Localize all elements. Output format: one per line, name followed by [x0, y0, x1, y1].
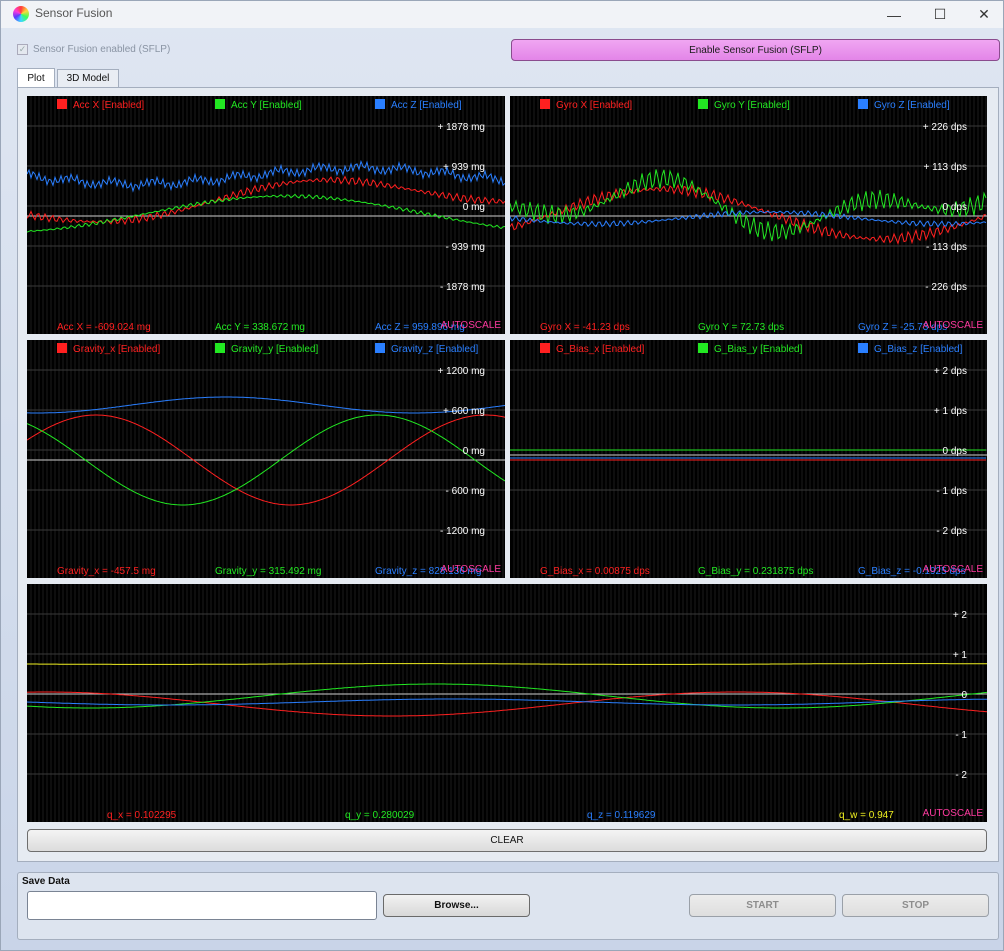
legend-label: Gyro X [Enabled] [556, 100, 632, 111]
readout-value: G_Bias_x = 0.00875 dps [540, 566, 650, 577]
save-path-input[interactable] [27, 891, 377, 920]
enable-sensor-fusion-button[interactable]: Enable Sensor Fusion (SFLP) [511, 39, 1000, 61]
gravity-chart: Gravity_x [Enabled] Gravity_y [Enabled] Gr… [27, 340, 505, 578]
legend-swatch [215, 343, 225, 353]
legend-swatch [540, 343, 550, 353]
readout-value: Acc X = -609.024 mg [57, 322, 151, 333]
plot-accelerometer: Acc X [Enabled] Acc Y [Enabled] Acc Z [Ena… [27, 96, 505, 334]
y-tick-label: 0 dps [943, 446, 967, 457]
legend-label: G_Bias_y [Enabled] [714, 344, 803, 355]
legend-label: Acc X [Enabled] [73, 100, 144, 111]
autoscale-label: AUTOSCALE [923, 320, 984, 331]
y-tick-label: 0 mg [463, 202, 485, 213]
y-tick-label: + 600 mg [443, 406, 485, 417]
series-gyro-z [510, 209, 987, 228]
gyroscope-chart: Gyro X [Enabled] Gyro Y [Enabled] Gyro Z [… [510, 96, 987, 334]
y-tick-label: + 226 dps [923, 122, 967, 133]
legend-swatch [57, 343, 67, 353]
readout-value: q_w = 0.947 [839, 810, 894, 821]
legend-label: Acc Y [Enabled] [231, 100, 302, 111]
sensor-fusion-checkbox[interactable]: ✓ [17, 44, 28, 55]
legend-label: Gyro Y [Enabled] [714, 100, 790, 111]
y-tick-label: 0 [961, 690, 967, 701]
plot-gravity: Gravity_x [Enabled] Gravity_y [Enabled] Gr… [27, 340, 505, 578]
stop-button[interactable]: STOP [842, 894, 989, 917]
title-bar: Sensor Fusion — ☐ ✕ [1, 1, 1003, 28]
y-tick-label: 0 dps [943, 202, 967, 213]
tab-plot[interactable]: Plot [17, 68, 55, 88]
plot-gyroscope: Gyro X [Enabled] Gyro Y [Enabled] Gyro Z [… [510, 96, 987, 334]
y-tick-label: + 1 [953, 650, 968, 661]
legend-label: Gravity_z [Enabled] [391, 344, 478, 355]
autoscale-label: AUTOSCALE [441, 320, 502, 331]
maximize-button[interactable]: ☐ [917, 1, 963, 28]
tab-3d-model[interactable]: 3D Model [57, 69, 119, 87]
legend-swatch [540, 99, 550, 109]
legend-swatch [57, 99, 67, 109]
legend-swatch [375, 99, 385, 109]
series-gyro-y [510, 169, 987, 242]
start-button[interactable]: START [689, 894, 836, 917]
close-button[interactable]: ✕ [961, 1, 1004, 28]
y-tick-label: + 113 dps [924, 162, 967, 173]
y-tick-label: - 939 mg [446, 242, 485, 253]
y-tick-label: + 1200 mg [437, 366, 485, 377]
readout-value: Gyro X = -41.23 dps [540, 322, 630, 333]
y-tick-label: 0 mg [463, 446, 485, 457]
y-tick-label: - 1 [955, 730, 967, 741]
y-tick-label: + 1878 mg [437, 122, 485, 133]
legend-label: Acc Z [Enabled] [391, 100, 462, 111]
quaternion-chart: + 2 + 1 0 - 1 - 2 q_x = 0.102295 q_y = 0.28002… [27, 584, 987, 822]
y-tick-label: - 2 dps [936, 526, 967, 537]
clear-button[interactable]: CLEAR [27, 829, 987, 852]
window-title: Sensor Fusion [35, 6, 113, 20]
legend-swatch [858, 343, 868, 353]
legend-swatch [215, 99, 225, 109]
legend-swatch [698, 343, 708, 353]
readout-value: q_z = 0.119629 [587, 810, 656, 821]
y-tick-label: - 226 dps [925, 282, 967, 293]
y-tick-label: + 2 dps [934, 366, 967, 377]
legend-label: Gravity_x [Enabled] [73, 344, 160, 355]
gyro-bias-chart: G_Bias_x [Enabled] G_Bias_y [Enabled] G_Bi… [510, 340, 987, 578]
y-tick-label: - 1 dps [936, 486, 967, 497]
y-tick-label: - 600 mg [446, 486, 485, 497]
y-tick-label: - 2 [955, 770, 967, 781]
legend-label: Gravity_y [Enabled] [231, 344, 318, 355]
legend-swatch [858, 99, 868, 109]
legend-label: G_Bias_x [Enabled] [556, 344, 645, 355]
y-tick-label: - 113 dps [926, 242, 967, 253]
autoscale-label: AUTOSCALE [923, 808, 984, 819]
browse-button[interactable]: Browse... [383, 894, 530, 917]
series-gyro-x [510, 183, 987, 245]
y-tick-label: + 1 dps [934, 406, 967, 417]
readout-value: Gyro Y = 72.73 dps [698, 322, 784, 333]
autoscale-label: AUTOSCALE [441, 564, 502, 575]
app-window: Sensor Fusion — ☐ ✕ ✓ Sensor Fusion enab… [0, 0, 1004, 951]
plot-quaternion: + 2 + 1 0 - 1 - 2 q_x = 0.102295 q_y = 0.28002… [27, 584, 987, 822]
legend-swatch [698, 99, 708, 109]
minimize-button[interactable]: — [871, 1, 917, 28]
y-tick-label: + 939 mg [443, 162, 485, 173]
app-icon [13, 6, 29, 22]
accelerometer-chart: Acc X [Enabled] Acc Y [Enabled] Acc Z [Ena… [27, 96, 505, 334]
legend-label: Gyro Z [Enabled] [874, 100, 950, 111]
readout-value: Gravity_x = -457.5 mg [57, 566, 156, 577]
autoscale-label: AUTOSCALE [923, 564, 984, 575]
readout-value: q_y = 0.280029 [345, 810, 415, 821]
sensor-fusion-checkbox-label: Sensor Fusion enabled (SFLP) [33, 44, 171, 55]
readout-value: Acc Y = 338.672 mg [215, 322, 305, 333]
readout-value: Gravity_y = 315.492 mg [215, 566, 321, 577]
y-tick-label: + 2 [953, 610, 968, 621]
plot-gyro-bias: G_Bias_x [Enabled] G_Bias_y [Enabled] G_Bi… [510, 340, 987, 578]
save-data-title: Save Data [22, 876, 70, 887]
legend-label: G_Bias_z [Enabled] [874, 344, 963, 355]
y-tick-label: - 1200 mg [440, 526, 485, 537]
readout-value: q_x = 0.102295 [107, 810, 177, 821]
readout-value: G_Bias_y = 0.231875 dps [698, 566, 813, 577]
legend-swatch [375, 343, 385, 353]
y-tick-label: - 1878 mg [440, 282, 485, 293]
